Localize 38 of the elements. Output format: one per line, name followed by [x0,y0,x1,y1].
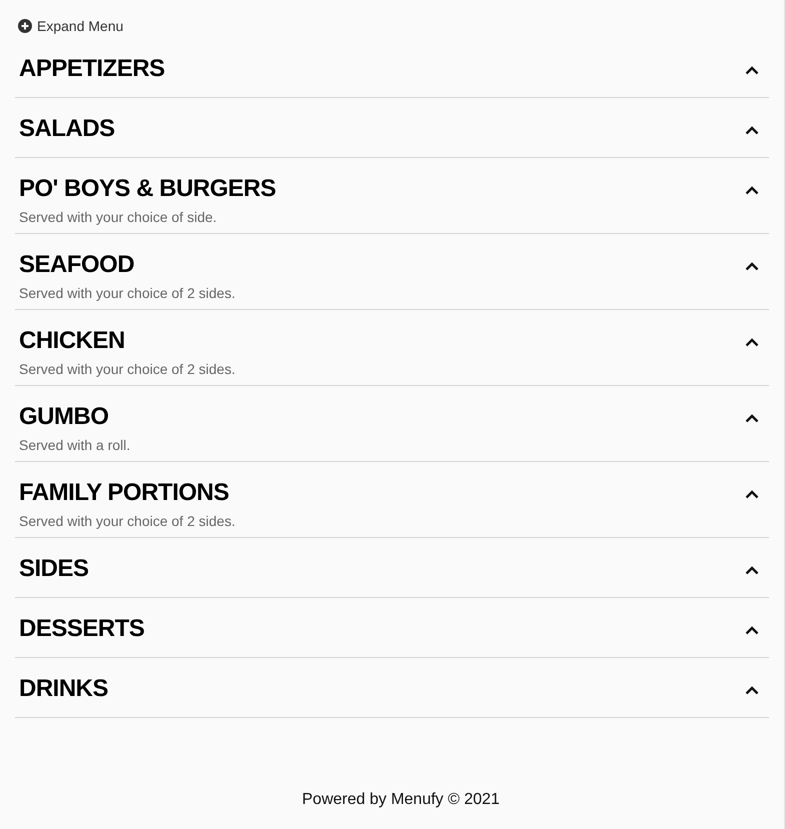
chevron-up-icon [745,686,759,695]
menu-section-header[interactable]: SALADS [15,98,769,158]
section-title: SALADS [19,116,115,142]
chevron-up-icon [745,126,759,135]
section-title: DRINKS [19,676,108,702]
section-title: DESSERTS [19,616,144,642]
menu-section-header[interactable]: DRINKS [15,658,769,718]
chevron-up-icon [745,338,759,347]
menu-section-header[interactable]: SEAFOOD Served with your choice of 2 sides. [15,234,769,310]
chevron-up-icon [745,186,759,195]
plus-circle-icon [18,19,32,33]
section-description: Served with your choice of side. [19,208,218,226]
chevron-up-icon [745,490,759,499]
section-title: SIDES [19,556,89,582]
section-title: GUMBO [19,404,110,430]
section-description: Served with your choice of 2 sides. [19,360,236,378]
menu-section-header[interactable]: DESSERTS [15,598,769,658]
menu-section-header[interactable]: SIDES [15,538,769,598]
chevron-up-icon [745,262,759,271]
menu-section-header[interactable]: GUMBO Served with a roll. [15,386,769,462]
section-title: FAMILY PORTIONS [19,480,230,506]
menu-section-header[interactable]: APPETIZERS [15,38,769,98]
menu-section-header[interactable]: CHICKEN Served with your choice of 2 sides. [15,310,769,386]
chevron-up-icon [745,626,759,635]
chevron-up-icon [745,566,759,575]
section-description: Served with a roll. [19,436,130,454]
section-title: CHICKEN [19,328,126,354]
section-title: APPETIZERS [19,56,165,82]
section-title: PO' BOYS & BURGERS [19,176,276,202]
section-description: Served with your choice of 2 sides. [19,284,236,302]
section-description: Served with your choice of 2 sides. [19,512,236,530]
footer-text: Powered by Menufy © 2021 [302,791,500,809]
chevron-up-icon [745,66,759,75]
chevron-up-icon [745,414,759,423]
menu-section-header[interactable]: FAMILY PORTIONS Served with your choice of 2 sides. [15,462,769,538]
expand-menu-button[interactable]: Expand Menu [18,16,124,36]
menu-section-header[interactable]: PO' BOYS & BURGERS Served with your choice of side. [15,158,769,234]
section-title: SEAFOOD [19,252,136,278]
